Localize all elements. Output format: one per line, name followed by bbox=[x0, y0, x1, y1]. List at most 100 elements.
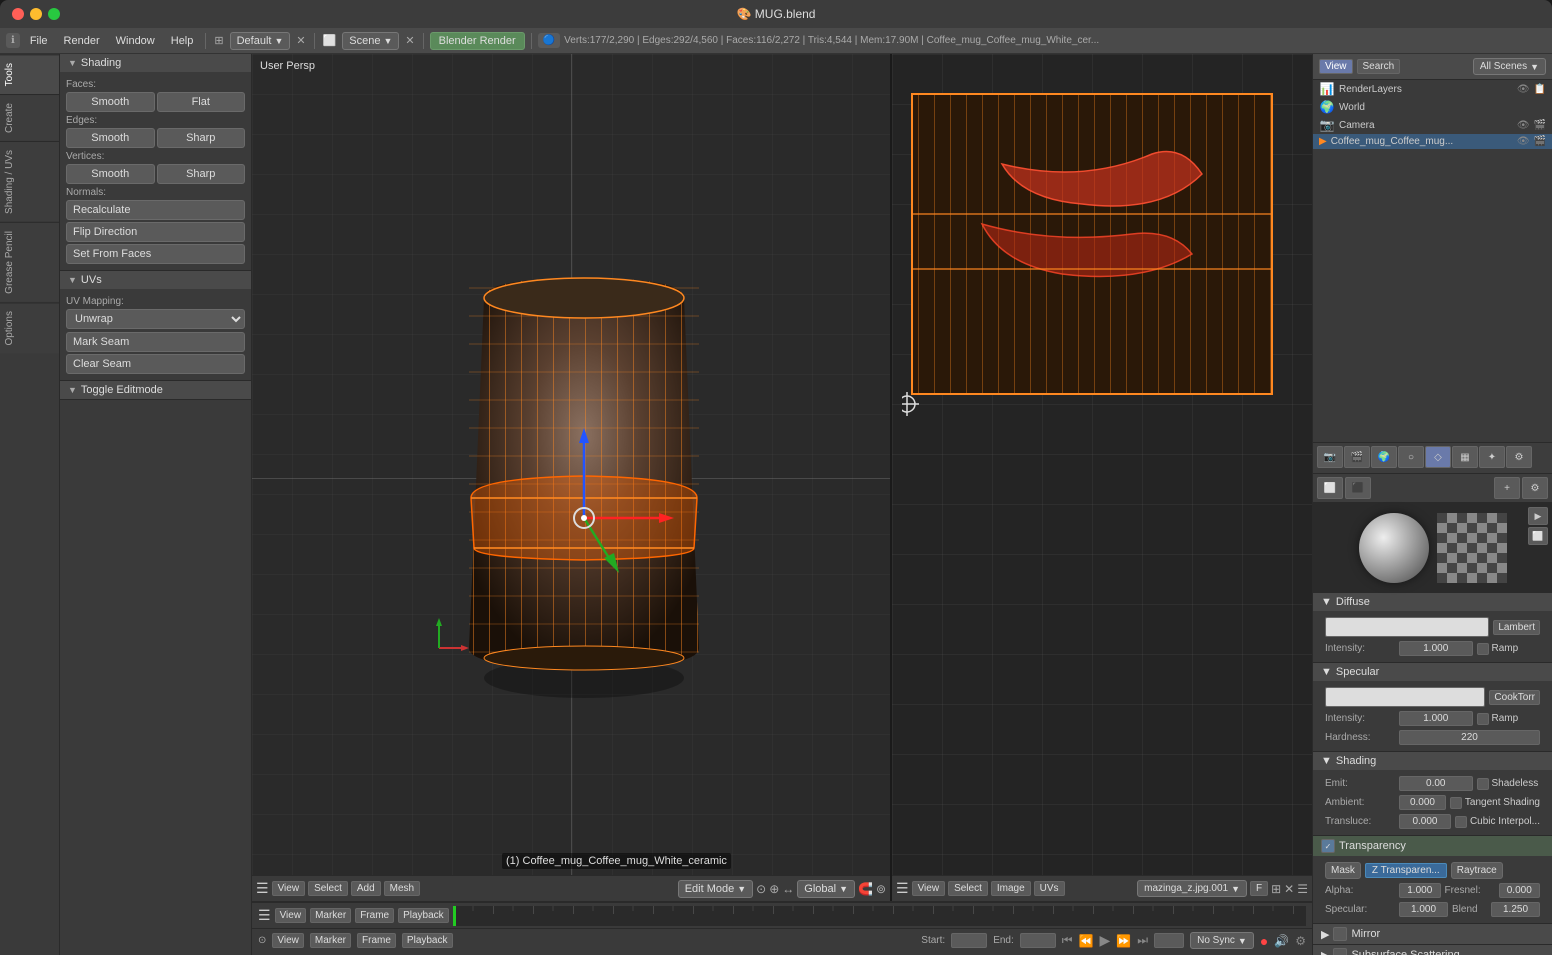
raytrace-btn[interactable]: Raytrace bbox=[1451, 862, 1503, 879]
mat-tab-object[interactable]: ○ bbox=[1398, 446, 1424, 468]
mat-flat-icon[interactable]: ⬛ bbox=[1345, 477, 1371, 499]
timeline-menu-icon[interactable]: ☰ bbox=[258, 907, 271, 924]
mesh-menu-3d[interactable]: Mesh bbox=[384, 881, 420, 896]
menu-render[interactable]: Render bbox=[58, 33, 106, 49]
viewport-icon-1[interactable]: ⊙ bbox=[756, 882, 766, 896]
mirror-header[interactable]: ▶ Mirror bbox=[1313, 924, 1552, 944]
verts-sharp-button[interactable]: Sharp bbox=[157, 164, 246, 184]
sidebar-tab-shading[interactable]: Shading / UVs bbox=[0, 141, 59, 222]
renderlayers-cam[interactable]: 📋 bbox=[1534, 84, 1546, 95]
record-btn[interactable]: ● bbox=[1260, 933, 1268, 949]
menu-file[interactable]: File bbox=[24, 33, 54, 49]
verts-smooth-button[interactable]: Smooth bbox=[66, 164, 155, 184]
snapping-icon[interactable]: 🧲 bbox=[858, 882, 873, 896]
uvs-header[interactable]: ▼ UVs bbox=[60, 271, 251, 289]
f-label[interactable]: F bbox=[1250, 881, 1268, 896]
play-btn[interactable]: ▶ bbox=[1100, 932, 1111, 949]
start-frame-input[interactable]: 1 bbox=[951, 933, 987, 948]
uvs-menu-uv[interactable]: UVs bbox=[1034, 881, 1065, 896]
mug-expand-icon[interactable]: ▶ bbox=[1319, 136, 1327, 147]
shading-header[interactable]: ▼ Shading bbox=[60, 54, 251, 72]
info-playback-btn[interactable]: Playback bbox=[402, 933, 453, 948]
specular-ramp-check[interactable] bbox=[1477, 713, 1489, 725]
mat-tab-physics[interactable]: ⚙ bbox=[1506, 446, 1532, 468]
toggle-editmode-header[interactable]: ▼ Toggle Editmode bbox=[60, 381, 251, 399]
camera-render[interactable]: 🎬 bbox=[1534, 120, 1546, 131]
view-btn[interactable]: View bbox=[1319, 59, 1353, 74]
sidebar-tab-create[interactable]: Create bbox=[0, 94, 59, 141]
view-menu-3d[interactable]: View bbox=[272, 881, 306, 896]
timeline-playback-menu[interactable]: Playback bbox=[398, 908, 449, 923]
outliner-item-renderlayers[interactable]: 📊 RenderLayers 👁 📋 bbox=[1313, 80, 1552, 98]
cubic-check[interactable] bbox=[1455, 816, 1467, 828]
window-controls[interactable] bbox=[12, 8, 60, 20]
specular-transp-value[interactable]: 1.000 bbox=[1399, 902, 1448, 917]
render-engine-dropdown[interactable]: Blender Render bbox=[430, 32, 525, 50]
all-scenes-dropdown[interactable]: All Scenes ▼ bbox=[1473, 58, 1546, 75]
shading-props-header[interactable]: ▼ Shading bbox=[1313, 752, 1552, 770]
mat-settings-icon[interactable]: ⚙ bbox=[1522, 477, 1548, 499]
renderlayers-eye[interactable]: 👁 bbox=[1517, 84, 1530, 95]
edges-sharp-button[interactable]: Sharp bbox=[157, 128, 246, 148]
subsurface-enable[interactable] bbox=[1333, 948, 1347, 955]
specular-shader-dropdown[interactable]: CookTorr bbox=[1489, 690, 1540, 705]
viewport-menu-icon[interactable]: ☰ bbox=[256, 880, 269, 897]
jump-start-btn[interactable]: ⏪ bbox=[1079, 934, 1094, 948]
transparency-enable[interactable]: ✓ bbox=[1321, 839, 1335, 853]
audio-btn[interactable]: 🔊 bbox=[1274, 934, 1289, 948]
prev-keyframe-btn[interactable]: ⏮ bbox=[1062, 933, 1073, 948]
transluce-value[interactable]: 0.000 bbox=[1399, 814, 1451, 829]
z-transp-btn[interactable]: Z Transparen... bbox=[1365, 863, 1447, 878]
menu-help[interactable]: Help bbox=[165, 33, 200, 49]
mat-tab-particles[interactable]: ✦ bbox=[1479, 446, 1505, 468]
edges-smooth-button[interactable]: Smooth bbox=[66, 128, 155, 148]
outliner-item-camera[interactable]: 📷 Camera 👁 🎬 bbox=[1313, 116, 1552, 134]
viewport-3d[interactable]: User Persp bbox=[252, 54, 892, 901]
next-keyframe-btn[interactable]: ⏭ bbox=[1137, 933, 1148, 948]
fresnel-value[interactable]: 0.000 bbox=[1499, 883, 1541, 898]
flat-button[interactable]: Flat bbox=[157, 92, 246, 112]
transparency-header[interactable]: ✓ Transparency bbox=[1313, 836, 1552, 856]
viewport-icon-2[interactable]: ⊕ bbox=[769, 882, 779, 896]
mug-render[interactable]: 🎬 bbox=[1534, 136, 1546, 147]
outliner-item-world[interactable]: 🌍 World bbox=[1313, 98, 1552, 116]
mat-tab-render[interactable]: 📷 bbox=[1317, 446, 1343, 468]
shadeless-check[interactable] bbox=[1477, 778, 1489, 790]
scene-dropdown[interactable]: Scene ▼ bbox=[342, 32, 399, 50]
mirror-enable[interactable] bbox=[1333, 927, 1347, 941]
timeline-frame-menu[interactable]: Frame bbox=[355, 908, 394, 923]
uv-menu-icon[interactable]: ☰ bbox=[896, 880, 909, 897]
mat-tab-texture[interactable]: ▦ bbox=[1452, 446, 1478, 468]
image-dropdown[interactable]: mazinga_z.jpg.001 ▼ bbox=[1137, 880, 1247, 897]
recalculate-button[interactable]: Recalculate bbox=[66, 200, 245, 220]
mat-sphere-icon[interactable]: ⬜ bbox=[1317, 477, 1343, 499]
sidebar-tab-tools[interactable]: Tools bbox=[0, 54, 59, 94]
clear-seam-button[interactable]: Clear Seam bbox=[66, 354, 245, 374]
info-icon[interactable]: ℹ bbox=[6, 33, 20, 48]
add-menu-3d[interactable]: Add bbox=[351, 881, 381, 896]
ramp-check[interactable] bbox=[1477, 643, 1489, 655]
info-view-btn[interactable]: View bbox=[272, 933, 304, 948]
diffuse-intensity-value[interactable]: 1.000 bbox=[1399, 641, 1473, 656]
sync-btn[interactable]: ⚙ bbox=[1295, 934, 1306, 948]
smooth-flat-button[interactable]: Smooth bbox=[66, 92, 155, 112]
current-frame-input[interactable]: 1 bbox=[1154, 933, 1184, 948]
flip-direction-button[interactable]: Flip Direction bbox=[66, 222, 245, 242]
ambient-value[interactable]: 0.000 bbox=[1399, 795, 1446, 810]
view-menu-uv[interactable]: View bbox=[912, 881, 946, 896]
timeline-view-menu[interactable]: View bbox=[275, 908, 307, 923]
jump-end-btn[interactable]: ⏩ bbox=[1116, 934, 1131, 948]
mode-dropdown[interactable]: Edit Mode ▼ bbox=[678, 880, 753, 898]
layout-dropdown[interactable]: Default ▼ bbox=[230, 32, 291, 50]
camera-eye[interactable]: 👁 bbox=[1517, 120, 1530, 131]
mat-ctrl-1[interactable]: ▶ bbox=[1528, 507, 1548, 525]
menu-window[interactable]: Window bbox=[110, 33, 161, 49]
tangent-check[interactable] bbox=[1450, 797, 1462, 809]
proportional-icon[interactable]: ⊚ bbox=[876, 882, 886, 896]
specular-color[interactable] bbox=[1325, 687, 1485, 707]
uv-icon-2[interactable]: ✕ bbox=[1284, 882, 1294, 896]
emit-value[interactable]: 0.00 bbox=[1399, 776, 1473, 791]
specular-intensity-value[interactable]: 1.000 bbox=[1399, 711, 1473, 726]
close-button[interactable] bbox=[12, 8, 24, 20]
set-from-faces-button[interactable]: Set From Faces bbox=[66, 244, 245, 264]
